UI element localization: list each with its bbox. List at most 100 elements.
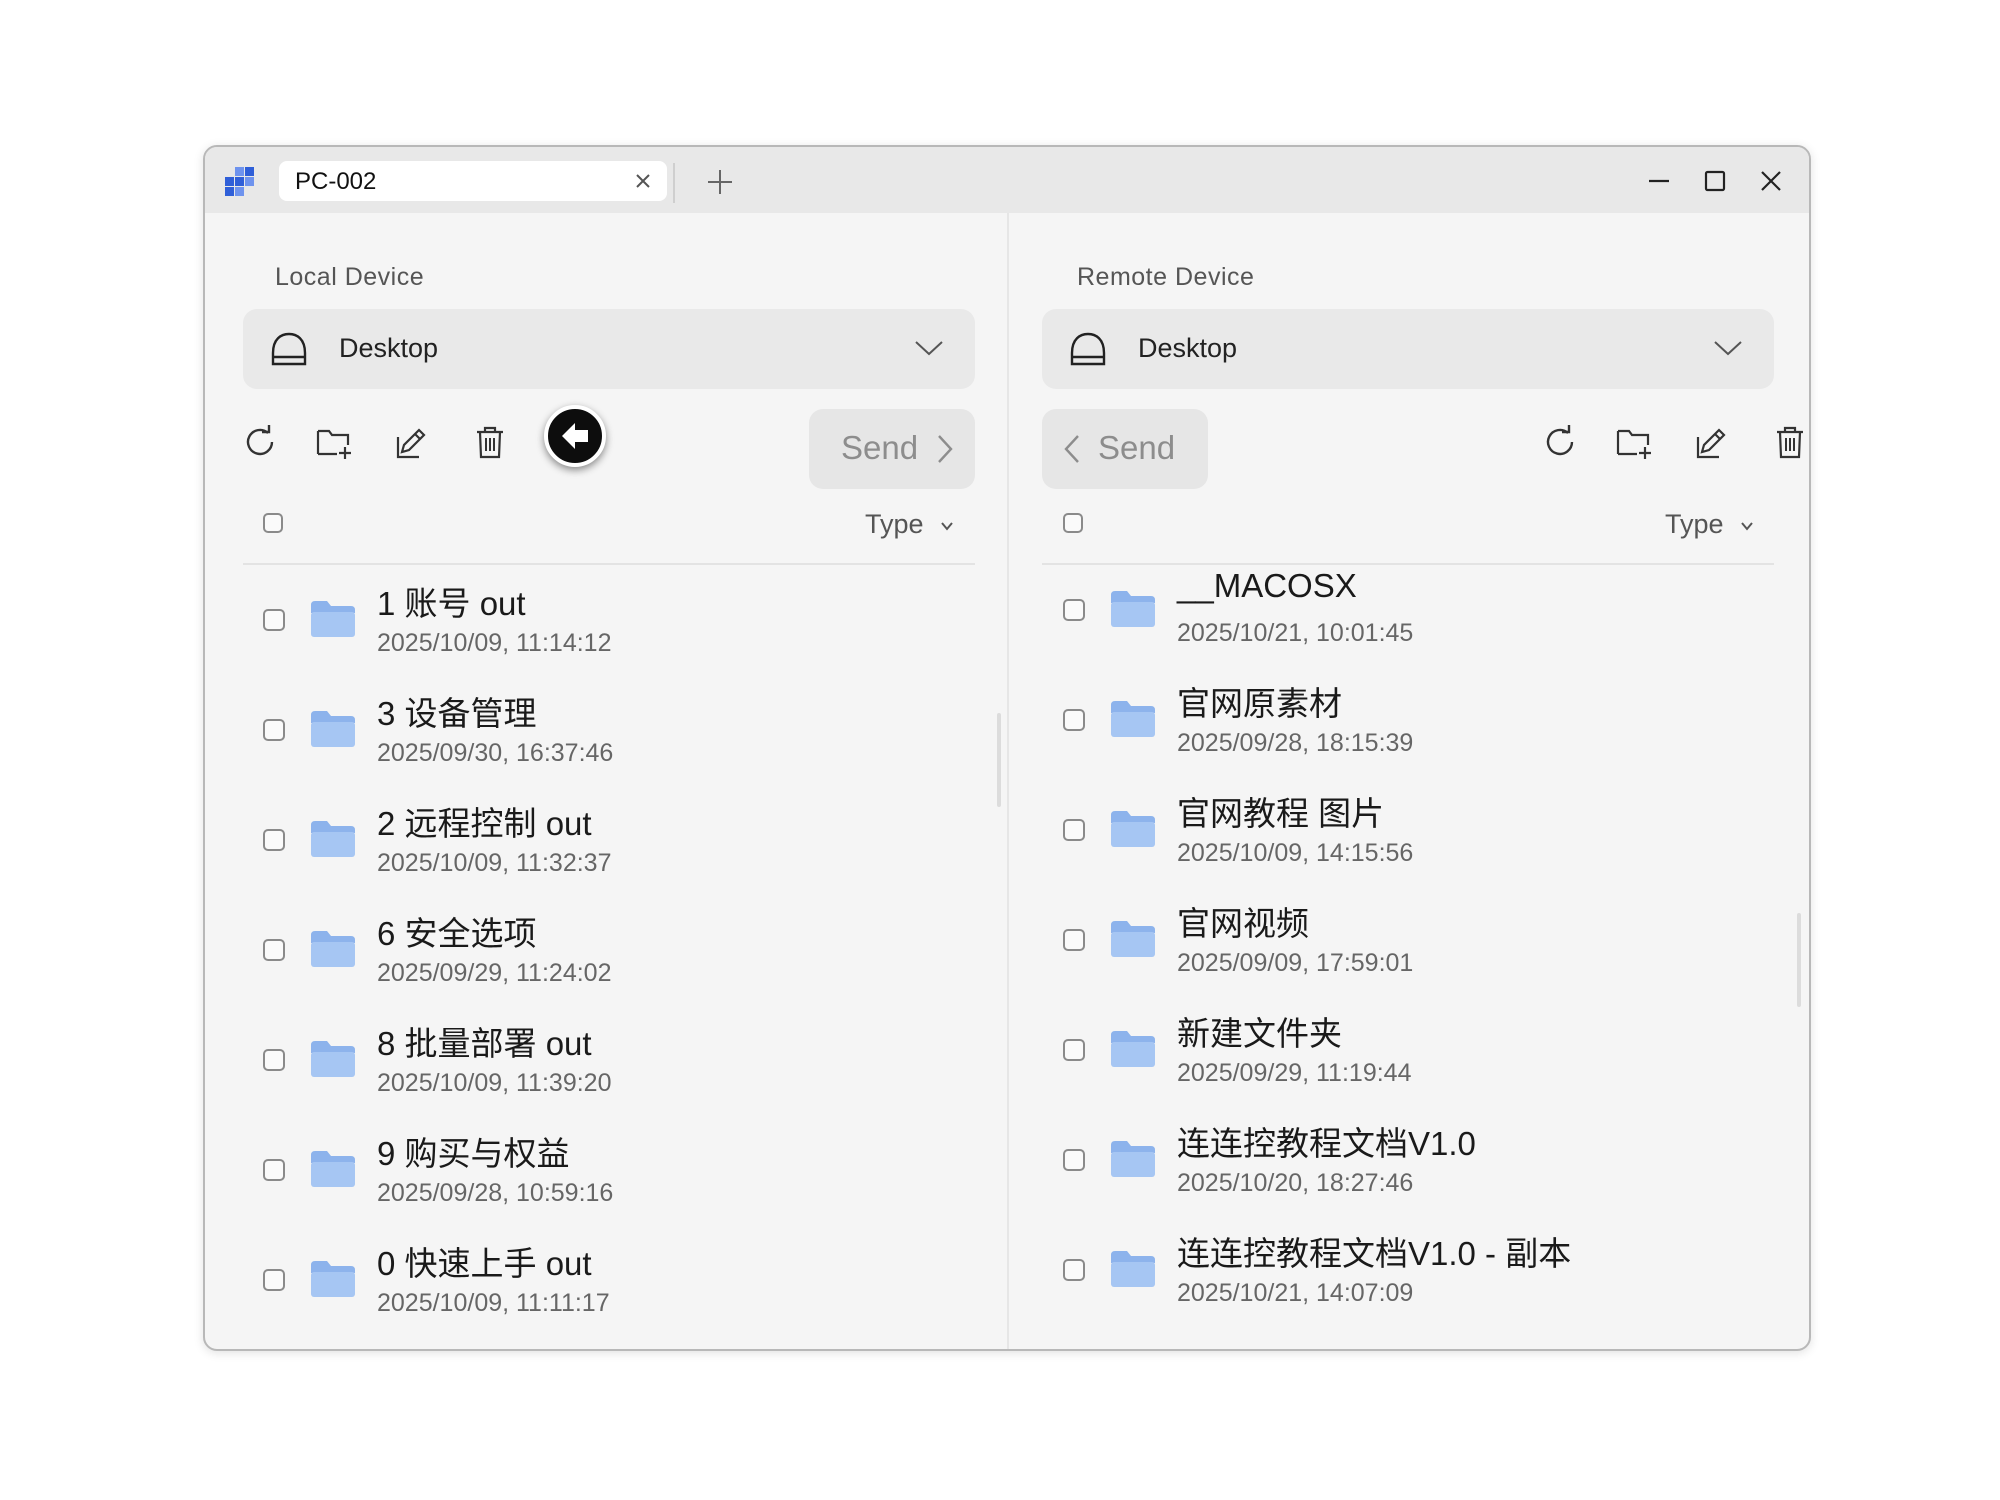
send-to-remote-button[interactable]: Send <box>809 409 975 489</box>
back-arrow-button[interactable] <box>544 405 606 467</box>
row-checkbox[interactable] <box>1063 929 1085 951</box>
folder-icon <box>311 821 355 857</box>
row-checkbox[interactable] <box>263 829 285 851</box>
folder-icon <box>1111 811 1155 847</box>
home-drive-icon <box>271 332 307 366</box>
list-item[interactable]: 8 批量部署 out 2025/10/09, 11:39:20 <box>205 1005 1007 1115</box>
file-date: 2025/09/28, 18:15:39 <box>1177 729 1414 757</box>
row-checkbox[interactable] <box>263 1159 285 1181</box>
sort-type-label[interactable]: Type <box>1665 509 1724 540</box>
file-name: 连连控教程文档V1.0 - 副本 <box>1177 1235 1572 1272</box>
select-all-checkbox[interactable] <box>1063 513 1083 533</box>
row-checkbox[interactable] <box>263 939 285 961</box>
folder-icon <box>1111 921 1155 957</box>
send-label: Send <box>1098 429 1176 466</box>
row-checkbox[interactable] <box>263 609 285 631</box>
row-checkbox[interactable] <box>1063 599 1085 621</box>
remote-location-text: Desktop <box>1138 333 1238 363</box>
trash-icon[interactable] <box>1771 423 1809 461</box>
list-item[interactable]: 6 安全选项 2025/09/29, 11:24:02 <box>205 895 1007 1005</box>
list-item[interactable]: 新建文件夹 2025/09/29, 11:19:44 <box>1009 1005 1809 1115</box>
new-folder-icon[interactable] <box>315 423 353 461</box>
file-name: 0 快速上手 out <box>377 1245 592 1282</box>
list-item[interactable]: 连连控教程文档V1.0 - 副本 2025/10/21, 14:07:09 <box>1009 1225 1809 1335</box>
local-device-panel: Local Device Desktop Send Type 1 账号 out … <box>205 213 1007 1349</box>
row-checkbox[interactable] <box>1063 1259 1085 1281</box>
folder-icon <box>311 1261 355 1297</box>
close-window-icon[interactable] <box>1755 165 1787 197</box>
folder-icon <box>311 601 355 637</box>
sort-type-label[interactable]: Type <box>865 509 924 540</box>
row-checkbox[interactable] <box>263 719 285 741</box>
remote-location-dropdown[interactable]: Desktop <box>1042 309 1774 389</box>
scrollbar-thumb[interactable] <box>1797 913 1801 1007</box>
row-checkbox[interactable] <box>263 1049 285 1071</box>
file-date: 2025/10/09, 14:15:56 <box>1177 839 1414 867</box>
tab-separator <box>673 163 675 203</box>
list-item[interactable]: 1 账号 out 2025/10/09, 11:14:12 <box>205 565 1007 675</box>
folder-icon <box>311 711 355 747</box>
row-checkbox[interactable] <box>1063 819 1085 841</box>
refresh-icon[interactable] <box>241 423 279 461</box>
rename-icon[interactable] <box>393 423 431 461</box>
rename-icon[interactable] <box>1693 423 1731 461</box>
list-item[interactable]: __MACOSX 2025/10/21, 10:01:45 <box>1009 565 1809 675</box>
folder-icon <box>311 1041 355 1077</box>
send-to-local-button[interactable]: Send <box>1042 409 1208 489</box>
new-folder-icon[interactable] <box>1615 423 1653 461</box>
send-label: Send <box>841 429 919 466</box>
list-item[interactable]: 9 购买与权益 2025/09/28, 10:59:16 <box>205 1115 1007 1225</box>
list-item[interactable]: 0 快速上手 out 2025/10/09, 11:11:17 <box>205 1225 1007 1335</box>
trash-icon[interactable] <box>471 423 509 461</box>
local-file-list: 1 账号 out 2025/10/09, 11:14:12 3 设备管理 2025/… <box>205 565 1007 1349</box>
maximize-icon[interactable] <box>1699 165 1731 197</box>
local-location-text: Desktop <box>339 333 439 363</box>
chevron-down-icon[interactable] <box>1740 521 1754 531</box>
local-location-dropdown[interactable]: Desktop <box>243 309 975 389</box>
file-date: 2025/10/20, 18:27:46 <box>1177 1169 1414 1197</box>
close-icon[interactable] <box>633 171 653 191</box>
list-item[interactable]: 官网教程 图片 2025/10/09, 14:15:56 <box>1009 785 1809 895</box>
list-item[interactable]: 官网视频 2025/09/09, 17:59:01 <box>1009 895 1809 1005</box>
select-all-checkbox[interactable] <box>263 513 283 533</box>
refresh-icon[interactable] <box>1541 423 1579 461</box>
file-date: 2025/09/09, 17:59:01 <box>1177 949 1414 977</box>
row-checkbox[interactable] <box>1063 1149 1085 1171</box>
row-checkbox[interactable] <box>1063 1039 1085 1061</box>
list-item[interactable]: 连连控教程文档V1.0 2025/10/20, 18:27:46 <box>1009 1115 1809 1225</box>
row-checkbox[interactable] <box>263 1269 285 1291</box>
chevron-down-icon[interactable] <box>940 521 954 531</box>
app-logo-icon <box>225 167 254 196</box>
chevron-right-icon <box>938 435 953 463</box>
tab-pc-002[interactable]: PC-002 <box>279 161 667 201</box>
scrollbar-thumb[interactable] <box>997 713 1001 807</box>
folder-icon <box>1111 1031 1155 1067</box>
plus-icon[interactable] <box>705 167 735 197</box>
list-item[interactable]: 2 远程控制 out 2025/10/09, 11:32:37 <box>205 785 1007 895</box>
file-date: 2025/09/30, 16:37:46 <box>377 739 614 767</box>
file-name: 官网教程 图片 <box>1177 795 1385 832</box>
folder-icon <box>311 1151 355 1187</box>
file-date: 2025/10/09, 11:39:20 <box>377 1069 612 1097</box>
back-arrow-icon <box>562 423 588 449</box>
file-name: 官网原素材 <box>1177 685 1342 722</box>
file-date: 2025/09/28, 10:59:16 <box>377 1179 614 1207</box>
remote-device-panel: Remote Device Desktop Send Type __MACOSX… <box>1009 213 1809 1349</box>
title-bar: PC-002 <box>205 147 1809 213</box>
row-checkbox[interactable] <box>1063 709 1085 731</box>
file-name: 官网视频 <box>1177 905 1309 942</box>
list-item[interactable]: 3 设备管理 2025/09/30, 16:37:46 <box>205 675 1007 785</box>
folder-icon <box>1111 591 1155 627</box>
list-item[interactable]: 官网原素材 2025/09/28, 18:15:39 <box>1009 675 1809 785</box>
folder-icon <box>1111 1251 1155 1287</box>
minimize-icon[interactable] <box>1643 165 1675 197</box>
file-date: 2025/09/29, 11:19:44 <box>1177 1059 1412 1087</box>
folder-icon <box>1111 701 1155 737</box>
file-name: 新建文件夹 <box>1177 1015 1342 1052</box>
file-name: 6 安全选项 <box>377 915 537 952</box>
remote-file-list: __MACOSX 2025/10/21, 10:01:45 官网原素材 2025/0… <box>1009 565 1809 1349</box>
chevron-down-icon <box>915 341 943 356</box>
file-name: 1 账号 out <box>377 585 526 622</box>
file-name: 3 设备管理 <box>377 695 537 732</box>
file-date: 2025/10/21, 14:07:09 <box>1177 1279 1414 1307</box>
